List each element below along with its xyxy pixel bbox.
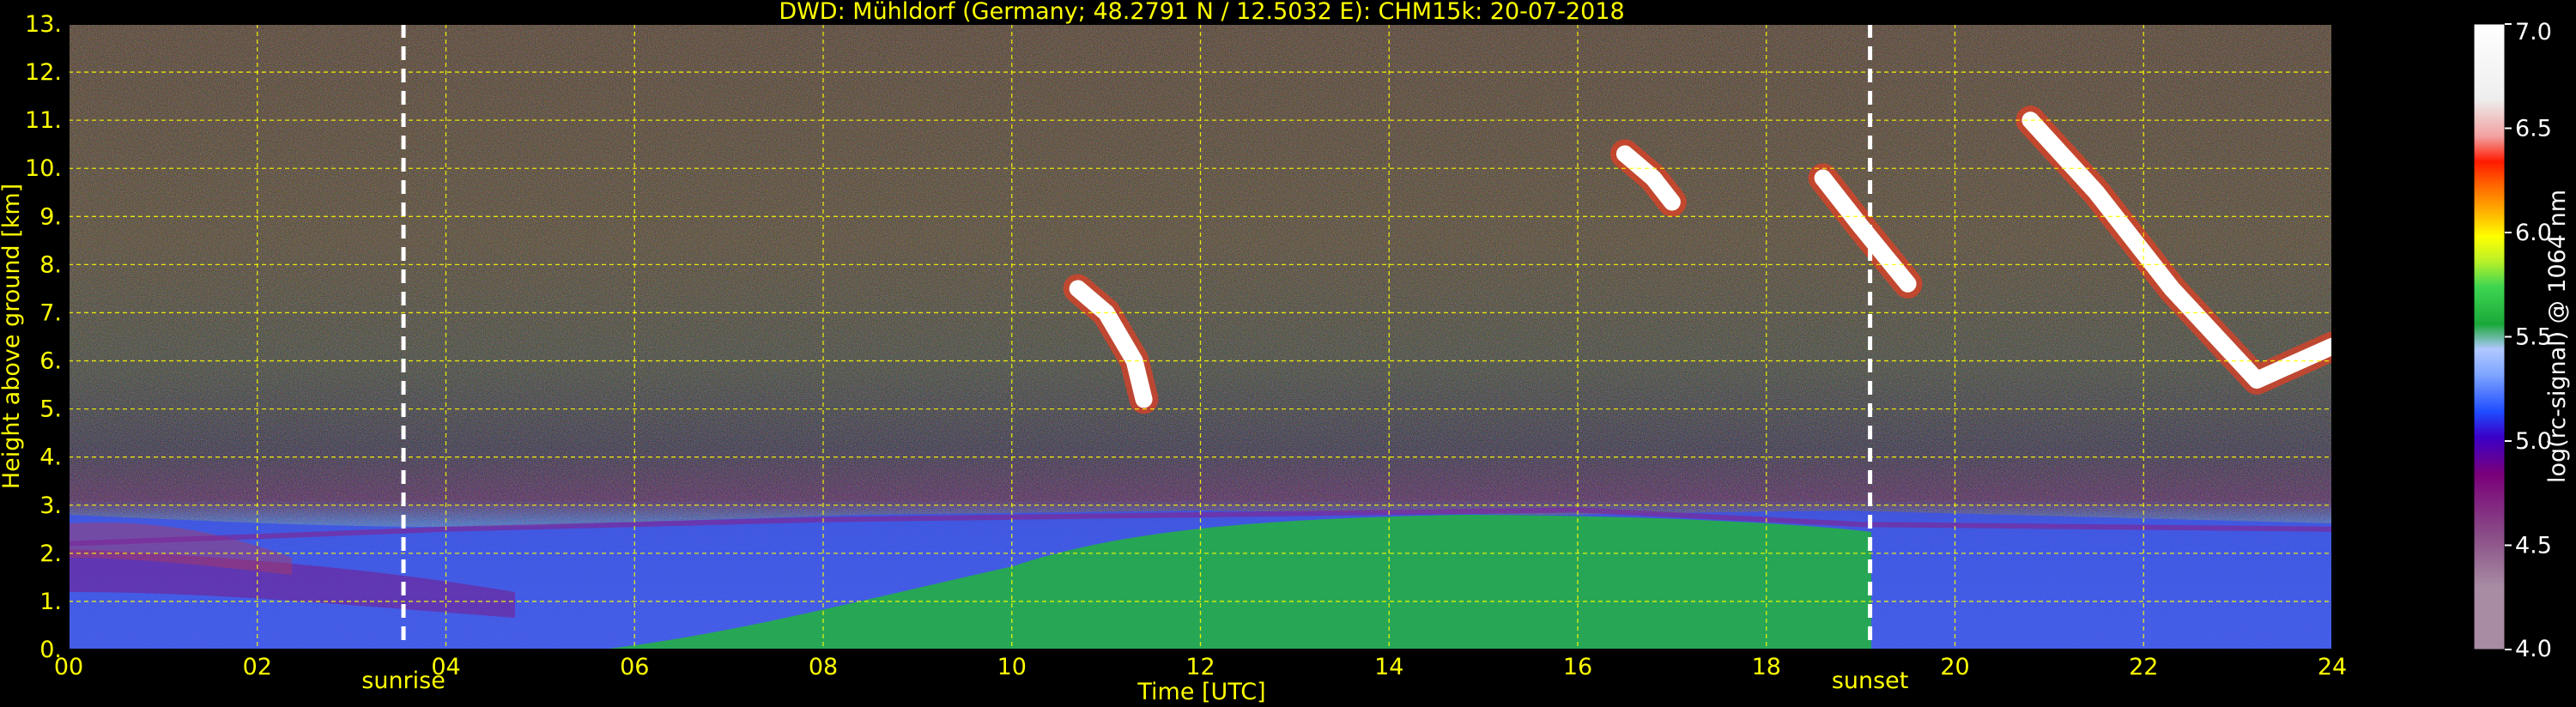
colorbar bbox=[2473, 23, 2506, 650]
y-tick-label: 6. bbox=[39, 348, 62, 375]
marker-label-sunset: sunset bbox=[1832, 668, 1909, 694]
y-tick-label: 7. bbox=[39, 299, 62, 326]
chart-title: DWD: Mühldorf (Germany; 48.2791 N / 12.5… bbox=[779, 0, 1624, 25]
x-tick-label: 08 bbox=[809, 654, 838, 680]
x-tick-label: 04 bbox=[431, 654, 460, 680]
x-tick-label: 22 bbox=[2129, 654, 2158, 680]
y-tick-label: 4. bbox=[39, 444, 62, 471]
y-tick-label: 1. bbox=[39, 589, 62, 615]
y-tick-labels: 0. 1. 2. 3. 4. 5. 6. 7. 8. 9. 10. 11. 12. 13. bbox=[25, 11, 62, 663]
lidar-figure: sunrise sunset 00 02 04 06 08 10 12 14 16 18 20 22 24… bbox=[0, 0, 2571, 705]
y-tick-label: 9. bbox=[39, 203, 62, 230]
x-tick-label: 10 bbox=[997, 654, 1027, 680]
colorbar-label: log(rc-signal) @ 1064 nm bbox=[2544, 190, 2571, 483]
y-tick-label: 13. bbox=[25, 11, 62, 38]
x-tick-label: 16 bbox=[1563, 654, 1592, 680]
x-axis-label: Time [UTC] bbox=[1136, 679, 1265, 705]
colorbar-tick-label: 4.0 bbox=[2515, 636, 2552, 662]
y-tick-label: 0. bbox=[39, 637, 62, 663]
x-tick-label: 20 bbox=[1940, 654, 1969, 680]
y-tick-label: 5. bbox=[39, 396, 62, 423]
colorbar-tick-label: 7.0 bbox=[2515, 19, 2552, 45]
y-tick-label: 2. bbox=[39, 541, 62, 567]
colorbar-tick-label: 4.5 bbox=[2515, 533, 2552, 559]
colorbar-tick-label: 6.5 bbox=[2515, 116, 2552, 142]
y-axis-label: Height above ground [km] bbox=[0, 184, 25, 489]
x-tick-label: 02 bbox=[243, 654, 272, 680]
x-tick-label: 06 bbox=[620, 654, 649, 680]
x-tick-label: 14 bbox=[1374, 654, 1403, 680]
x-tick-label: 12 bbox=[1185, 654, 1215, 680]
y-tick-label: 8. bbox=[39, 251, 62, 278]
x-tick-label: 24 bbox=[2318, 654, 2347, 680]
y-tick-label: 12. bbox=[25, 59, 62, 86]
x-tick-label: 18 bbox=[1752, 654, 1781, 680]
y-tick-label: 10. bbox=[25, 155, 62, 182]
y-tick-label: 11. bbox=[25, 107, 62, 134]
y-tick-label: 3. bbox=[39, 492, 62, 519]
